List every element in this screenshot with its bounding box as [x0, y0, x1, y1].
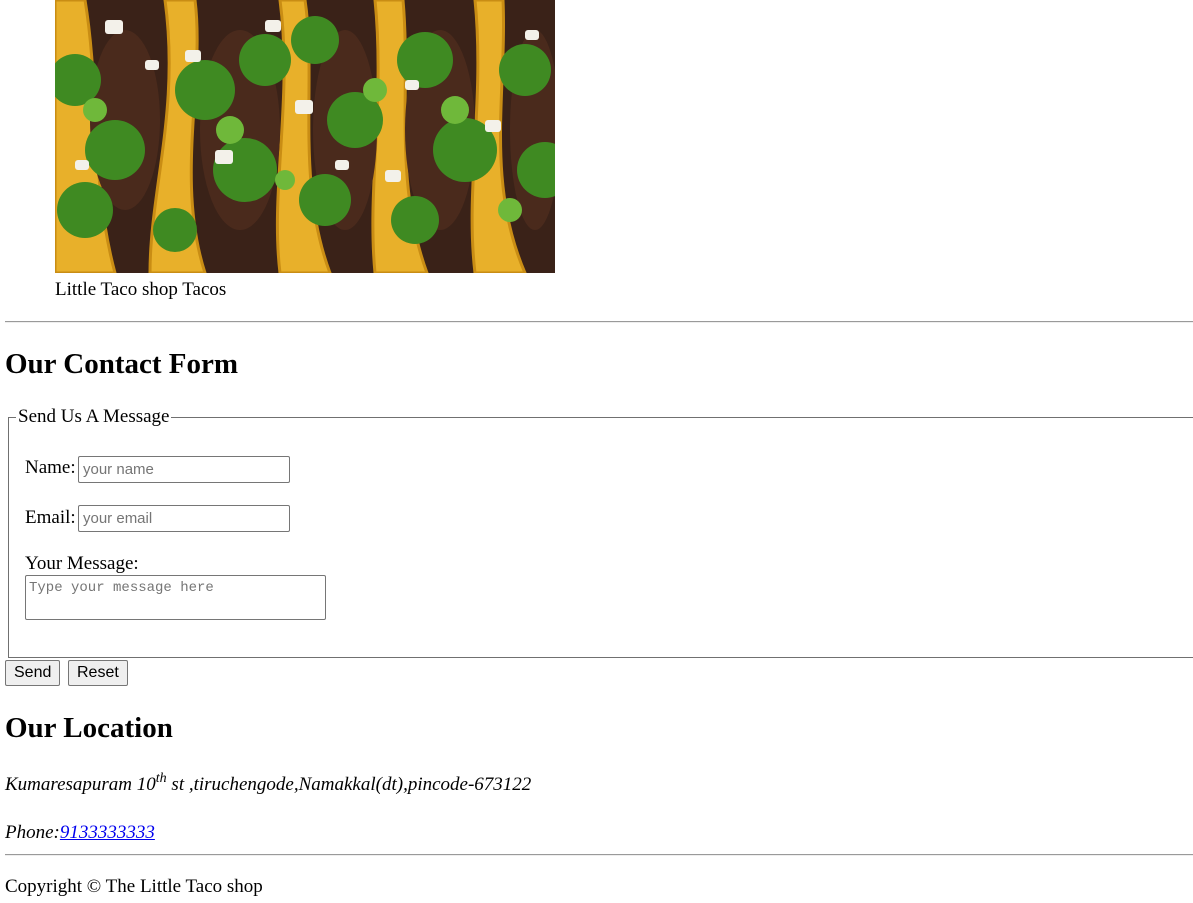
address-text: Kumaresapuram 10th st ,tiruchengode,Nama…: [5, 772, 531, 798]
name-label: Name:: [25, 457, 76, 478]
message-label: Your Message:: [25, 553, 139, 574]
phone-label: Phone:: [5, 822, 60, 843]
phone-line: Phone:9133333333: [5, 820, 155, 846]
contact-heading: Our Contact Form: [5, 348, 239, 380]
fieldset-legend: Send Us A Message: [16, 405, 172, 429]
message-fieldset: [8, 417, 1193, 658]
name-input[interactable]: [78, 456, 290, 483]
address-superscript: th: [155, 771, 167, 786]
address-part-1: Kumaresapuram 10: [5, 774, 156, 795]
copyright-text: Copyright © The Little Taco shop: [5, 876, 263, 897]
image-caption: Little Taco shop Tacos: [55, 279, 227, 300]
footer-divider: [5, 854, 1193, 856]
email-label: Email:: [25, 507, 76, 528]
phone-link[interactable]: 9133333333: [60, 822, 155, 843]
divider: [5, 321, 1193, 323]
location-heading: Our Location: [5, 712, 173, 744]
send-button[interactable]: Send: [5, 660, 61, 686]
message-textarea[interactable]: [25, 575, 326, 620]
address-part-2: st ,tiruchengode,Namakkal(dt),pincode-67…: [166, 774, 532, 795]
tacos-photo-illustration: [55, 0, 555, 273]
tacos-image: [55, 0, 555, 273]
email-input[interactable]: [78, 505, 290, 532]
reset-button[interactable]: Reset: [68, 660, 128, 686]
